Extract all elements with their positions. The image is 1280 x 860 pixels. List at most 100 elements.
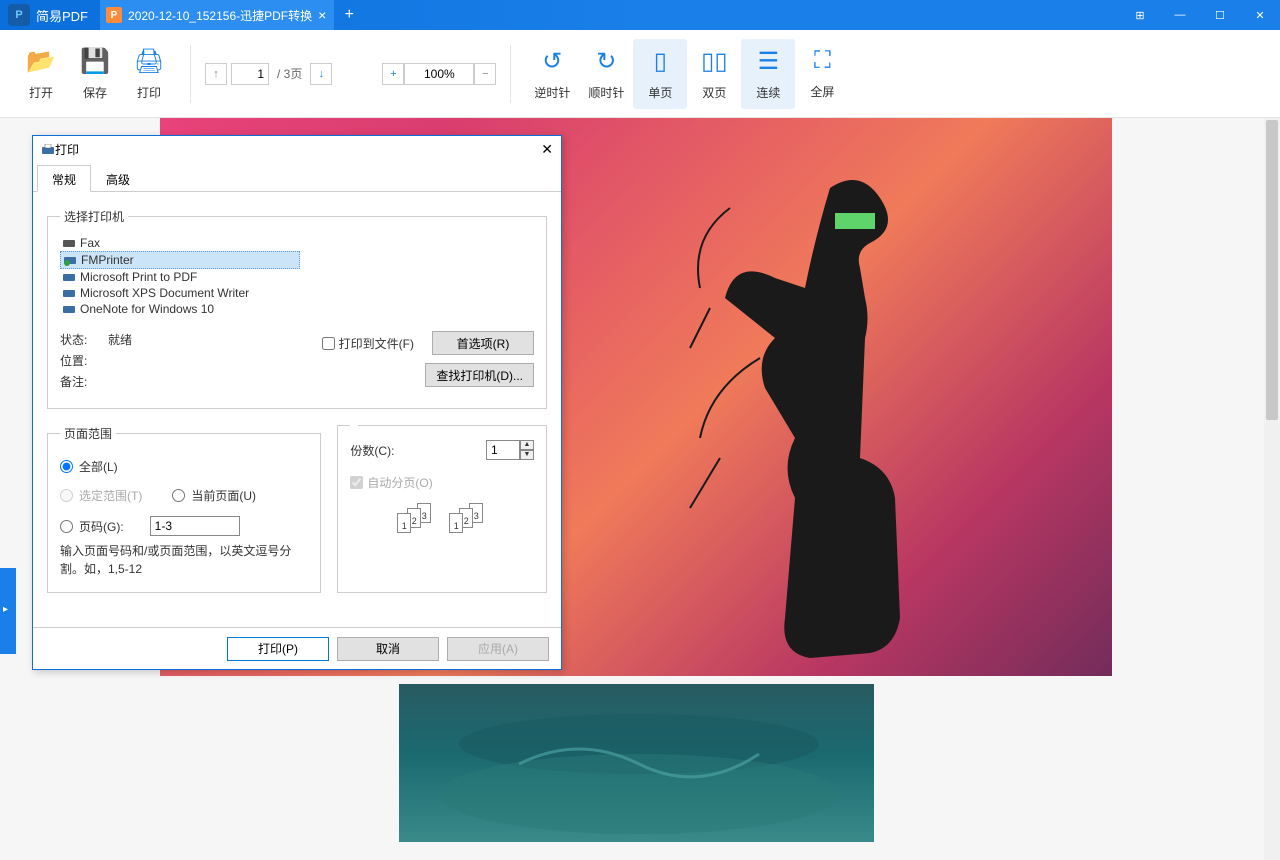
find-printer-button[interactable]: 查找打印机(D)... bbox=[425, 363, 534, 387]
copies-label: 份数(C): bbox=[350, 442, 394, 459]
radio-current[interactable] bbox=[172, 489, 185, 502]
zoom-out-button[interactable]: − bbox=[474, 63, 496, 85]
printer-name: Microsoft Print to PDF bbox=[80, 270, 197, 284]
printer-item-fmprinter[interactable]: FMPrinter bbox=[60, 251, 300, 269]
rotate-cw-label: 顺时针 bbox=[588, 84, 624, 101]
page-number-input[interactable] bbox=[231, 63, 269, 85]
page-range-input[interactable] bbox=[150, 516, 240, 536]
printer-status-block: 状态: 就绪 位置: 备注: 打印到文件(F) 首选项(R) bbox=[60, 331, 534, 390]
page-range-hint: 输入页面号码和/或页面范围，以英文逗号分割。如，1,5-12 bbox=[60, 542, 308, 578]
vertical-scrollbar[interactable] bbox=[1264, 118, 1280, 860]
scrollbar-thumb[interactable] bbox=[1266, 120, 1278, 420]
print-to-file-checkbox[interactable]: 打印到文件(F) bbox=[322, 335, 414, 352]
print-label: 打印 bbox=[137, 84, 161, 101]
zoom-in-button[interactable]: + bbox=[382, 63, 404, 85]
page-illustration bbox=[399, 684, 874, 842]
save-label: 保存 bbox=[83, 84, 107, 101]
folder-open-icon: 📂 bbox=[26, 47, 56, 76]
printer-name: OneNote for Windows 10 bbox=[80, 302, 214, 316]
app-menu-icon[interactable]: ⊞ bbox=[1120, 9, 1160, 22]
copies-input[interactable] bbox=[486, 440, 520, 460]
copies-down-button[interactable]: ▼ bbox=[520, 450, 534, 460]
printer-icon: 🖨 bbox=[134, 47, 164, 76]
tab-close-icon[interactable]: × bbox=[318, 7, 326, 23]
save-button[interactable]: 💾 保存 bbox=[68, 39, 122, 109]
copies-up-button[interactable]: ▲ bbox=[520, 440, 534, 450]
select-printer-group: 选择打印机 Fax FMPrinter Microsoft Print to P… bbox=[47, 208, 547, 409]
tab-title: 2020-12-10_152156-迅捷PDF转换 bbox=[128, 7, 312, 24]
radio-all-row[interactable]: 全部(L) bbox=[60, 458, 308, 475]
radio-pages-row[interactable]: 页码(G): bbox=[60, 516, 308, 536]
double-page-button[interactable]: ▯▯ 双页 bbox=[687, 39, 741, 109]
save-icon: 💾 bbox=[80, 47, 110, 76]
copies-spinner[interactable]: ▲ ▼ bbox=[486, 440, 534, 460]
printer-check-icon bbox=[63, 254, 77, 266]
fullscreen-button[interactable]: ⛶ 全屏 bbox=[795, 39, 849, 109]
document-tab[interactable]: P 2020-12-10_152156-迅捷PDF转换 × bbox=[100, 0, 334, 30]
printer-item-mspdf[interactable]: Microsoft Print to PDF bbox=[60, 269, 534, 285]
rotate-ccw-button[interactable]: ↺ 逆时针 bbox=[525, 39, 579, 109]
toolbar: 📂 打开 💾 保存 🖨 打印 ↑ / 3页 ↓ + − ↺ 逆时针 ↻ 顺时针 … bbox=[0, 30, 1280, 118]
single-page-label: 单页 bbox=[648, 84, 672, 101]
printer-list: Fax FMPrinter Microsoft Print to PDF Mic… bbox=[60, 235, 534, 317]
close-window-button[interactable]: ✕ bbox=[1240, 9, 1280, 22]
location-label: 位置: bbox=[60, 352, 94, 369]
rotate-cw-button[interactable]: ↻ 顺时针 bbox=[579, 39, 633, 109]
status-value: 就绪 bbox=[108, 331, 188, 348]
printer-item-onenote[interactable]: OneNote for Windows 10 bbox=[60, 301, 534, 317]
printer-icon bbox=[41, 144, 55, 156]
titlebar: P 简易PDF P 2020-12-10_152156-迅捷PDF转换 × + … bbox=[0, 0, 1280, 30]
print-to-file-input[interactable] bbox=[322, 337, 335, 350]
app-logo-icon: P bbox=[8, 4, 30, 26]
pdf-page-2 bbox=[399, 684, 874, 842]
app-title: 简易PDF bbox=[36, 6, 100, 25]
printer-icon bbox=[62, 271, 76, 283]
page-navigation: ↑ / 3页 ↓ bbox=[205, 63, 332, 85]
printer-icon bbox=[62, 287, 76, 299]
pages-stack-icon: 321 bbox=[397, 503, 435, 535]
dialog-close-button[interactable]: ✕ bbox=[541, 141, 553, 158]
page-illustration bbox=[680, 158, 960, 668]
copies-group: 份数(C): ▲ ▼ 自动分页(O) 321 bbox=[337, 425, 547, 593]
select-printer-legend: 选择打印机 bbox=[60, 208, 128, 225]
radio-all[interactable] bbox=[60, 460, 73, 473]
double-page-label: 双页 bbox=[702, 84, 726, 101]
printer-item-xps[interactable]: Microsoft XPS Document Writer bbox=[60, 285, 534, 301]
dialog-cancel-button[interactable]: 取消 bbox=[337, 637, 439, 661]
sidebar-expand-handle[interactable] bbox=[0, 568, 16, 654]
printer-item-fax[interactable]: Fax bbox=[60, 235, 534, 251]
rotate-ccw-icon: ↺ bbox=[542, 47, 562, 76]
tab-general[interactable]: 常规 bbox=[37, 165, 91, 192]
dialog-footer: 打印(P) 取消 应用(A) bbox=[33, 627, 561, 669]
minimize-button[interactable]: — bbox=[1160, 9, 1200, 21]
single-page-icon: ▯ bbox=[654, 47, 667, 76]
page-total-label: / 3页 bbox=[273, 65, 306, 82]
continuous-icon: ☰ bbox=[758, 47, 780, 76]
add-tab-button[interactable]: + bbox=[334, 6, 364, 24]
dialog-print-button[interactable]: 打印(P) bbox=[227, 637, 329, 661]
maximize-button[interactable]: ☐ bbox=[1200, 9, 1240, 22]
pages-stack-icon: 321 bbox=[449, 503, 487, 535]
page-range-group: 页面范围 全部(L) 选定范围(T) 当前页面(U) bbox=[47, 425, 321, 593]
radio-selection-row: 选定范围(T) bbox=[60, 487, 142, 504]
dialog-tabs: 常规 高级 bbox=[33, 164, 561, 192]
collate-checkbox: 自动分页(O) bbox=[350, 474, 534, 491]
single-page-button[interactable]: ▯ 单页 bbox=[633, 39, 687, 109]
dialog-apply-button: 应用(A) bbox=[447, 637, 549, 661]
radio-current-row[interactable]: 当前页面(U) bbox=[172, 487, 256, 504]
radio-selection bbox=[60, 489, 73, 502]
print-button[interactable]: 🖨 打印 bbox=[122, 39, 176, 109]
preferences-button[interactable]: 首选项(R) bbox=[432, 331, 534, 355]
page-up-button[interactable]: ↑ bbox=[205, 63, 227, 85]
continuous-button[interactable]: ☰ 连续 bbox=[741, 39, 795, 109]
tab-advanced[interactable]: 高级 bbox=[91, 165, 145, 192]
zoom-input[interactable] bbox=[404, 63, 474, 85]
collate-input bbox=[350, 476, 363, 489]
open-button[interactable]: 📂 打开 bbox=[14, 39, 68, 109]
page-down-button[interactable]: ↓ bbox=[310, 63, 332, 85]
status-label: 状态: bbox=[60, 331, 94, 348]
dialog-title: 打印 bbox=[55, 141, 79, 158]
radio-pages[interactable] bbox=[60, 520, 73, 533]
pdf-file-icon: P bbox=[106, 7, 122, 23]
dialog-body: 选择打印机 Fax FMPrinter Microsoft Print to P… bbox=[33, 192, 561, 627]
